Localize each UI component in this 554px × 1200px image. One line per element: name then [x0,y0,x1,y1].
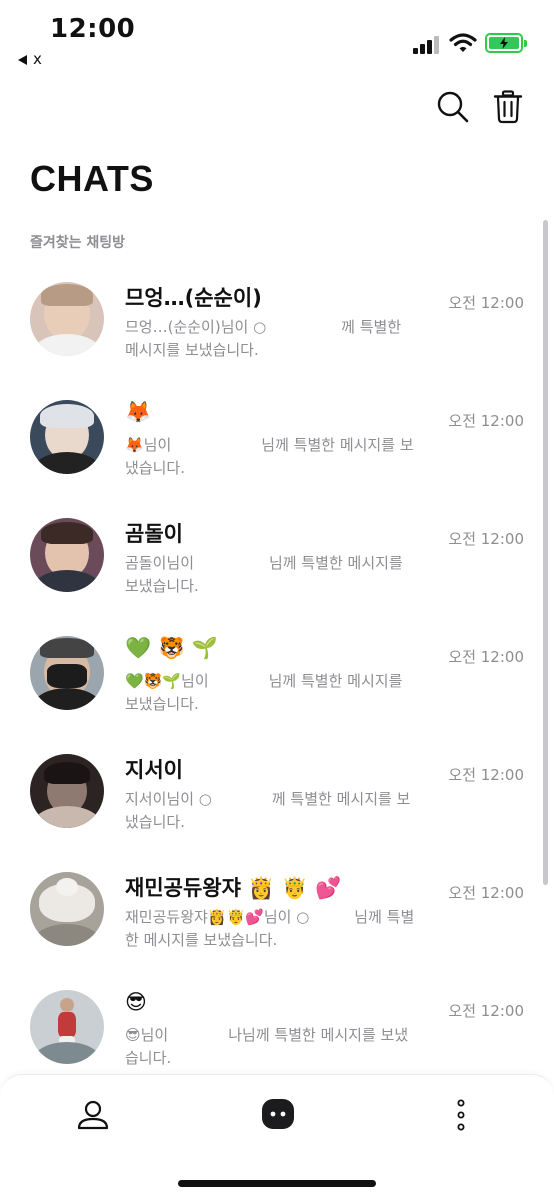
chat-preview: 💚🐯🌱님이 님께 특별한 메시지를 보냈습니다. [125,672,403,713]
chat-time: 오전 12:00 [448,294,524,312]
chat-time: 오전 12:00 [448,766,524,784]
chat-row[interactable]: 💚 🐯 🌱 💚🐯🌱님이 님께 특별한 메시지를 보냈습니다. 오전 12:00 [0,622,554,740]
avatar[interactable] [30,282,104,356]
chat-bubble-icon[interactable] [258,1095,298,1135]
chat-time: 오전 12:00 [448,884,524,902]
chat-name: 🦊 [125,400,152,424]
chat-time: 오전 12:00 [448,530,524,548]
avatar[interactable] [30,990,104,1064]
back-to-app-button[interactable]: x [18,50,42,68]
avatar[interactable] [30,872,104,946]
chat-row[interactable]: 😎 😎님이 나님께 특별한 메시지를 보냈습니다. 오전 12:00 [0,976,554,1076]
chat-row[interactable]: 🦊 🦊님이 님께 특별한 메시지를 보냈습니다. 오전 12:00 [0,386,554,504]
chat-name: 재민공듀왕쟈 👸 🤴 💕 [125,876,342,900]
chat-name: 지서이 [125,758,183,782]
page-title: CHATS [30,158,154,199]
signal-icon [413,36,441,54]
home-indicator[interactable] [178,1180,376,1187]
chat-preview: 곰돌이님이 님께 특별한 메시지를 보냈습니다. [125,554,403,595]
chat-time: 오전 12:00 [448,1002,524,1020]
avatar[interactable] [30,518,104,592]
more-vertical-icon[interactable] [441,1095,481,1135]
wifi-icon [449,33,477,52]
avatar[interactable] [30,754,104,828]
search-icon[interactable] [436,90,470,124]
chat-preview: 재민공듀왕쟈👸🤴💕님이 ○ 님께 특별한 메시지를 보냈습니다. [125,908,415,949]
chat-list: 므엉…(순순이) 므엉…(순순이)님이 ○ 께 특별한 메시지를 보냈습니다. … [0,268,554,1076]
trash-icon[interactable] [491,90,525,124]
chat-preview: 🦊님이 님께 특별한 메시지를 보냈습니다. [125,436,414,477]
chat-name: 므엉…(순순이) [125,286,262,310]
chat-row[interactable]: 재민공듀왕쟈 👸 🤴 💕 재민공듀왕쟈👸🤴💕님이 ○ 님께 특별한 메시지를 보… [0,858,554,976]
chat-name: 곰돌이 [125,522,183,546]
back-app-label: x [33,50,42,68]
chat-row[interactable]: 곰돌이 곰돌이님이 님께 특별한 메시지를 보냈습니다. 오전 12:00 [0,504,554,622]
person-icon[interactable] [73,1095,113,1135]
battery-charging-icon [485,33,527,53]
section-label-favorites: 즐겨찾는 채팅방 [30,235,126,251]
chat-time: 오전 12:00 [448,412,524,430]
chat-preview: 지서이님이 ○ 께 특별한 메시지를 보냈습니다. [125,790,411,831]
chat-name: 💚 🐯 🌱 [125,636,219,660]
status-bar: 12:00 x [0,0,554,78]
chat-name: 😎 [125,990,147,1014]
chat-row[interactable]: 지서이 지서이님이 ○ 께 특별한 메시지를 보냈습니다. 오전 12:00 [0,740,554,858]
status-time: 12:00 [50,14,136,44]
avatar[interactable] [30,636,104,710]
chat-row[interactable]: 므엉…(순순이) 므엉…(순순이)님이 ○ 께 특별한 메시지를 보냈습니다. … [0,268,554,386]
chat-time: 오전 12:00 [448,648,524,666]
avatar[interactable] [30,400,104,474]
chat-preview: 😎님이 나님께 특별한 메시지를 보냈습니다. [125,1026,409,1067]
back-triangle-icon [18,54,27,65]
chat-preview: 므엉…(순순이)님이 ○ 께 특별한 메시지를 보냈습니다. [125,318,402,359]
